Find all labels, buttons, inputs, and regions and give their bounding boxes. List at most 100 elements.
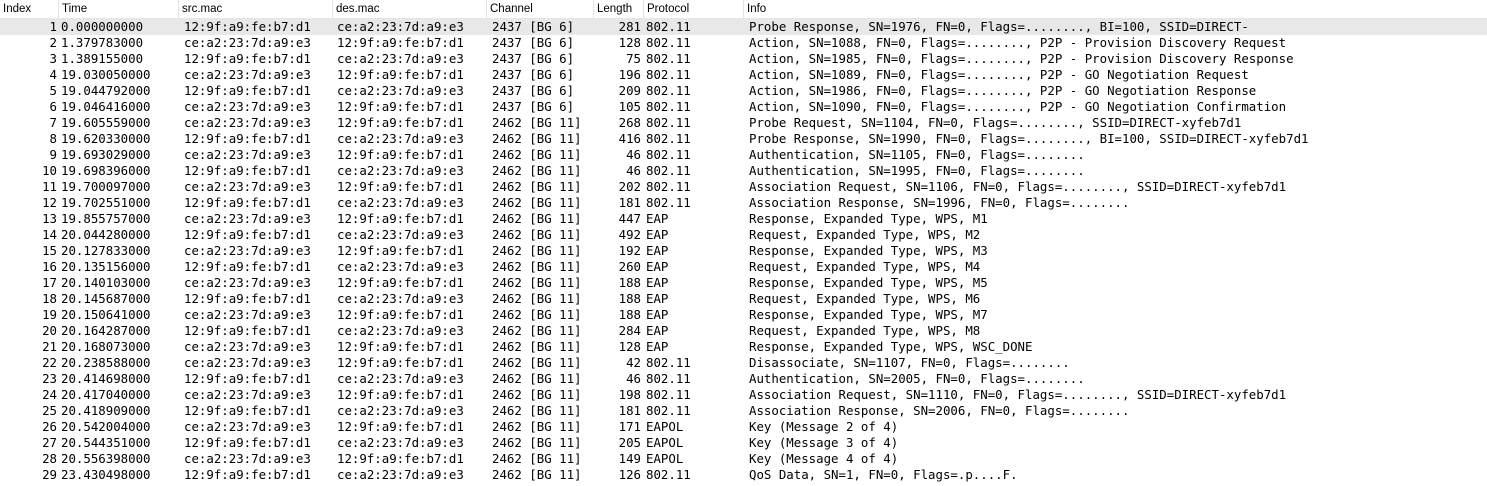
- cell-info: Disassociate, SN=1107, FN=0, Flags=.....…: [749, 355, 1070, 370]
- cell-src-mac: ce:a2:23:7d:a9:e3: [184, 275, 311, 290]
- cell-channel: 2462 [BG 11]: [492, 403, 582, 418]
- column-header-info[interactable]: Info: [744, 0, 1487, 18]
- cell-src-mac: ce:a2:23:7d:a9:e3: [184, 387, 311, 402]
- table-row[interactable]: 2 1.379783000 ce:a2:23:7d:a9:e3 12:9f:a9:fe…: [0, 35, 1487, 51]
- cell-info: Authentication, SN=1105, FN=0, Flags=...…: [749, 147, 1085, 162]
- table-row[interactable]: 1 0.000000000 12:9f:a9:fe:b7:d1 ce:a2:23:7d…: [0, 19, 1487, 35]
- cell-index: 26: [42, 419, 57, 434]
- cell-index: 8: [49, 131, 57, 146]
- cell-src-mac: ce:a2:23:7d:a9:e3: [184, 179, 311, 194]
- table-row[interactable]: 14 20.044280000 12:9f:a9:fe:b7:d1 ce:a2:23:…: [0, 227, 1487, 243]
- cell-channel: 2462 [BG 11]: [492, 467, 582, 482]
- table-row[interactable]: 11 19.700097000 ce:a2:23:7d:a9:e3 12:9f:a9:…: [0, 179, 1487, 195]
- cell-length: 46: [626, 147, 641, 162]
- cell-channel: 2437 [BG 6]: [492, 51, 575, 66]
- cell-channel: 2462 [BG 11]: [492, 355, 582, 370]
- cell-channel: 2437 [BG 6]: [492, 35, 575, 50]
- cell-channel: 2462 [BG 11]: [492, 243, 582, 258]
- cell-time: 20.135156000: [61, 259, 151, 274]
- cell-protocol: 802.11: [646, 195, 691, 210]
- cell-info: Key (Message 3 of 4): [749, 435, 899, 450]
- column-header-src-mac[interactable]: src.mac: [179, 0, 333, 18]
- column-header-des-mac[interactable]: des.mac: [333, 0, 487, 18]
- column-header-length[interactable]: Length: [594, 0, 644, 18]
- cell-des-mac: ce:a2:23:7d:a9:e3: [337, 323, 464, 338]
- table-row[interactable]: 24 20.417040000 ce:a2:23:7d:a9:e3 12:9f:a9:…: [0, 387, 1487, 403]
- table-row[interactable]: 18 20.145687000 12:9f:a9:fe:b7:d1 ce:a2:23:…: [0, 291, 1487, 307]
- cell-des-mac: 12:9f:a9:fe:b7:d1: [337, 99, 464, 114]
- cell-src-mac: 12:9f:a9:fe:b7:d1: [184, 163, 311, 178]
- cell-index: 1: [49, 19, 57, 34]
- table-row[interactable]: 7 19.605559000 ce:a2:23:7d:a9:e3 12:9f:a9:f…: [0, 115, 1487, 131]
- cell-index: 24: [42, 387, 57, 402]
- cell-time: 19.698396000: [61, 163, 151, 178]
- cell-src-mac: ce:a2:23:7d:a9:e3: [184, 67, 311, 82]
- cell-src-mac: 12:9f:a9:fe:b7:d1: [184, 131, 311, 146]
- table-row[interactable]: 27 20.544351000 12:9f:a9:fe:b7:d1 ce:a2:23:…: [0, 435, 1487, 451]
- cell-protocol: 802.11: [646, 163, 691, 178]
- table-row[interactable]: 4 19.030050000 ce:a2:23:7d:a9:e3 12:9f:a9:f…: [0, 67, 1487, 83]
- cell-src-mac: ce:a2:23:7d:a9:e3: [184, 147, 311, 162]
- cell-protocol: EAPOL: [646, 435, 684, 450]
- table-row[interactable]: 6 19.046416000 ce:a2:23:7d:a9:e3 12:9f:a9:f…: [0, 99, 1487, 115]
- cell-protocol: EAP: [646, 339, 669, 354]
- cell-channel: 2462 [BG 11]: [492, 323, 582, 338]
- cell-src-mac: ce:a2:23:7d:a9:e3: [184, 115, 311, 130]
- cell-time: 19.855757000: [61, 211, 151, 226]
- table-row[interactable]: 9 19.693029000 ce:a2:23:7d:a9:e3 12:9f:a9:f…: [0, 147, 1487, 163]
- table-row[interactable]: 15 20.127833000 ce:a2:23:7d:a9:e3 12:9f:a9:…: [0, 243, 1487, 259]
- cell-des-mac: 12:9f:a9:fe:b7:d1: [337, 67, 464, 82]
- table-row[interactable]: 29 23.430498000 12:9f:a9:fe:b7:d1 ce:a2:23:…: [0, 467, 1487, 483]
- column-header-index[interactable]: Index: [0, 0, 59, 18]
- table-row[interactable]: 12 19.702551000 12:9f:a9:fe:b7:d1 ce:a2:23:…: [0, 195, 1487, 211]
- table-row[interactable]: 19 20.150641000 ce:a2:23:7d:a9:e3 12:9f:a9:…: [0, 307, 1487, 323]
- cell-des-mac: ce:a2:23:7d:a9:e3: [337, 83, 464, 98]
- table-row[interactable]: 25 20.418909000 12:9f:a9:fe:b7:d1 ce:a2:23:…: [0, 403, 1487, 419]
- column-header-protocol[interactable]: Protocol: [644, 0, 744, 18]
- cell-src-mac: ce:a2:23:7d:a9:e3: [184, 339, 311, 354]
- table-row[interactable]: 26 20.542004000 ce:a2:23:7d:a9:e3 12:9f:a9:…: [0, 419, 1487, 435]
- cell-src-mac: 12:9f:a9:fe:b7:d1: [184, 403, 311, 418]
- cell-time: 20.414698000: [61, 371, 151, 386]
- cell-channel: 2462 [BG 11]: [492, 259, 582, 274]
- table-row[interactable]: 3 1.389155000 12:9f:a9:fe:b7:d1 ce:a2:23:7d…: [0, 51, 1487, 67]
- column-header-time[interactable]: Time: [59, 0, 179, 18]
- cell-des-mac: ce:a2:23:7d:a9:e3: [337, 227, 464, 242]
- cell-src-mac: ce:a2:23:7d:a9:e3: [184, 419, 311, 434]
- cell-info: Request, Expanded Type, WPS, M2: [749, 227, 981, 242]
- table-row[interactable]: 21 20.168073000 ce:a2:23:7d:a9:e3 12:9f:a9:…: [0, 339, 1487, 355]
- cell-protocol: 802.11: [646, 147, 691, 162]
- cell-src-mac: 12:9f:a9:fe:b7:d1: [184, 19, 311, 34]
- cell-time: 19.700097000: [61, 179, 151, 194]
- cell-length: 196: [618, 67, 641, 82]
- cell-time: 19.693029000: [61, 147, 151, 162]
- table-row[interactable]: 28 20.556398000 ce:a2:23:7d:a9:e3 12:9f:a9:…: [0, 451, 1487, 467]
- cell-des-mac: ce:a2:23:7d:a9:e3: [337, 403, 464, 418]
- cell-src-mac: ce:a2:23:7d:a9:e3: [184, 355, 311, 370]
- table-row[interactable]: 5 19.044792000 12:9f:a9:fe:b7:d1 ce:a2:23:7…: [0, 83, 1487, 99]
- cell-time: 20.044280000: [61, 227, 151, 242]
- cell-info: Action, SN=1089, FN=0, Flags=........, P…: [749, 67, 1249, 82]
- table-row[interactable]: 20 20.164287000 12:9f:a9:fe:b7:d1 ce:a2:23:…: [0, 323, 1487, 339]
- cell-des-mac: 12:9f:a9:fe:b7:d1: [337, 387, 464, 402]
- cell-des-mac: ce:a2:23:7d:a9:e3: [337, 259, 464, 274]
- table-row[interactable]: 16 20.135156000 12:9f:a9:fe:b7:d1 ce:a2:23:…: [0, 259, 1487, 275]
- cell-src-mac: 12:9f:a9:fe:b7:d1: [184, 83, 311, 98]
- cell-info: Request, Expanded Type, WPS, M8: [749, 323, 981, 338]
- cell-protocol: EAP: [646, 323, 669, 338]
- cell-src-mac: 12:9f:a9:fe:b7:d1: [184, 195, 311, 210]
- cell-channel: 2437 [BG 6]: [492, 67, 575, 82]
- cell-info: Request, Expanded Type, WPS, M4: [749, 259, 981, 274]
- cell-index: 20: [42, 323, 57, 338]
- table-row[interactable]: 17 20.140103000 ce:a2:23:7d:a9:e3 12:9f:a9:…: [0, 275, 1487, 291]
- table-row[interactable]: 10 19.698396000 12:9f:a9:fe:b7:d1 ce:a2:23:…: [0, 163, 1487, 179]
- cell-index: 12: [42, 195, 57, 210]
- column-header-channel[interactable]: Channel: [487, 0, 594, 18]
- table-row[interactable]: 22 20.238588000 ce:a2:23:7d:a9:e3 12:9f:a9:…: [0, 355, 1487, 371]
- cell-info: Response, Expanded Type, WPS, M3: [749, 243, 988, 258]
- cell-src-mac: ce:a2:23:7d:a9:e3: [184, 451, 311, 466]
- cell-time: 1.379783000: [61, 35, 144, 50]
- table-row[interactable]: 23 20.414698000 12:9f:a9:fe:b7:d1 ce:a2:23:…: [0, 371, 1487, 387]
- table-row[interactable]: 8 19.620330000 12:9f:a9:fe:b7:d1 ce:a2:23:7…: [0, 131, 1487, 147]
- table-row[interactable]: 13 19.855757000 ce:a2:23:7d:a9:e3 12:9f:a9:…: [0, 211, 1487, 227]
